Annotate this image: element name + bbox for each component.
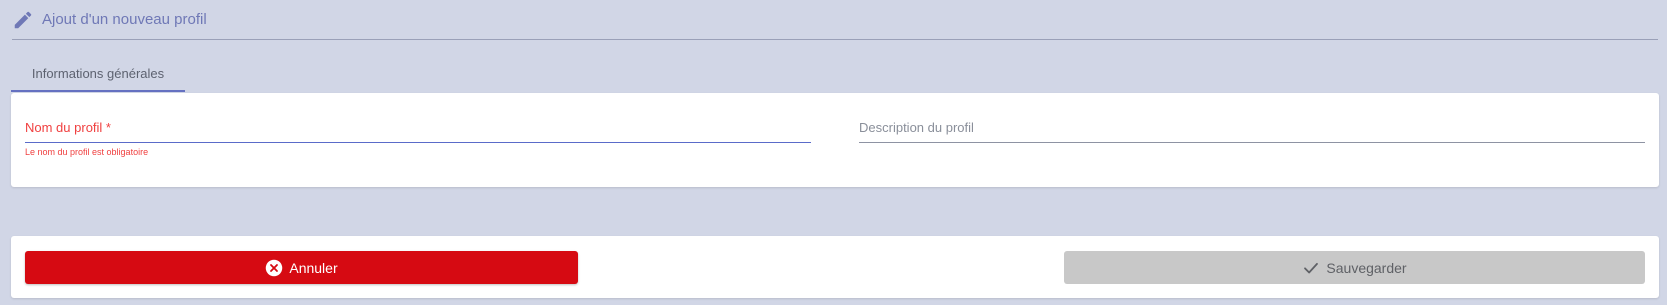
profile-name-input[interactable]: Nom du profil * [25, 119, 811, 143]
cancel-circle-icon [265, 259, 283, 277]
save-button[interactable]: Sauvegarder [1064, 251, 1645, 284]
checkmark-icon [1302, 259, 1320, 277]
profile-description-label: Description du profil [859, 120, 974, 135]
profile-name-error: Le nom du profil est obligatoire [25, 147, 149, 157]
profile-description-input[interactable]: Description du profil [859, 119, 1645, 143]
page-header: Ajout d'un nouveau profil [12, 0, 1658, 40]
cancel-label: Annuler [289, 259, 338, 276]
tab-general-information[interactable]: Informations générales [11, 56, 185, 92]
pencil-icon [12, 9, 34, 31]
save-label: Sauvegarder [1326, 259, 1407, 276]
profile-form-card: Nom du profil * Le nom du profil est obl… [11, 93, 1659, 187]
actions-card: Annuler Sauvegarder [11, 236, 1659, 298]
cancel-button[interactable]: Annuler [25, 251, 578, 284]
tab-label: Informations générales [31, 65, 165, 81]
page-title: Ajout d'un nouveau profil [42, 11, 207, 28]
profile-name-label: Nom du profil * [25, 120, 111, 135]
